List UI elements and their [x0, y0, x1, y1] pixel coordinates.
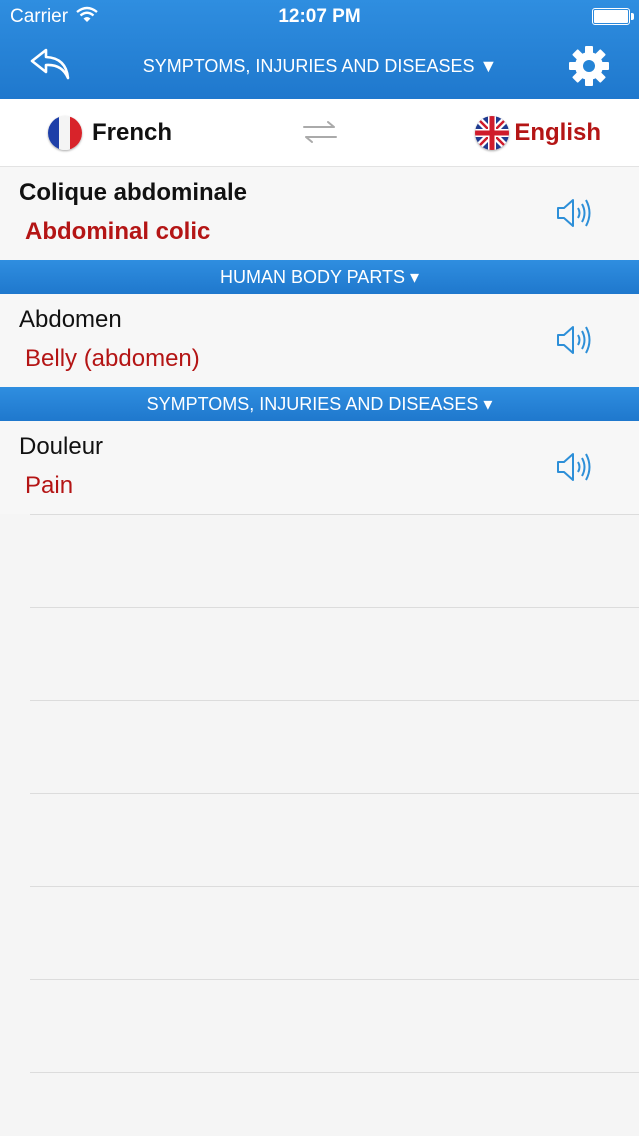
translated-phrase: Pain [25, 472, 74, 499]
empty-row-divider [30, 607, 639, 608]
speaker-icon[interactable] [554, 323, 594, 357]
category-title-dropdown[interactable]: SYMPTOMS, INJURIES AND DISEASES ▼ [100, 56, 540, 77]
section-header-human-body-parts[interactable]: HUMAN BODY PARTS ▾ [0, 260, 639, 294]
empty-row-divider [30, 1072, 639, 1073]
source-phrase: Douleur [19, 433, 104, 460]
undo-arrow-icon[interactable] [28, 44, 74, 84]
nav-bar: SYMPTOMS, INJURIES AND DISEASES ▼ [0, 34, 639, 99]
gear-icon[interactable] [566, 43, 612, 89]
empty-row-divider [30, 700, 639, 701]
phrase-entry[interactable]: Abdomen Belly (abdomen) [0, 294, 639, 387]
france-flag-icon [48, 116, 82, 150]
status-bar: Carrier 12:07 PM [0, 0, 639, 34]
language-selector: French English [0, 99, 639, 167]
battery-icon [592, 8, 634, 25]
phrase-entry[interactable]: Colique abdominale Abdominal colic [0, 167, 639, 260]
section-header-symptoms[interactable]: SYMPTOMS, INJURIES AND DISEASES ▾ [0, 387, 639, 421]
source-phrase: Colique abdominale [19, 179, 248, 206]
speaker-icon[interactable] [554, 450, 594, 484]
empty-row-divider [30, 886, 639, 887]
empty-row-divider [30, 514, 639, 515]
target-language[interactable]: English [514, 119, 601, 147]
speaker-icon[interactable] [554, 196, 594, 230]
status-time: 12:07 PM [278, 6, 361, 27]
empty-row-divider [30, 793, 639, 794]
source-phrase: Abdomen [19, 306, 122, 333]
uk-flag-icon [475, 116, 509, 150]
swap-arrows-icon[interactable] [300, 119, 340, 145]
header: Carrier 12:07 PM SYMPTOMS, INJURIES AND … [0, 0, 639, 99]
phrase-entry[interactable]: Douleur Pain [0, 421, 639, 514]
translated-phrase: Belly (abdomen) [25, 345, 200, 372]
empty-row-divider [30, 979, 639, 980]
translated-phrase: Abdominal colic [25, 218, 211, 245]
source-language[interactable]: French [92, 119, 172, 147]
